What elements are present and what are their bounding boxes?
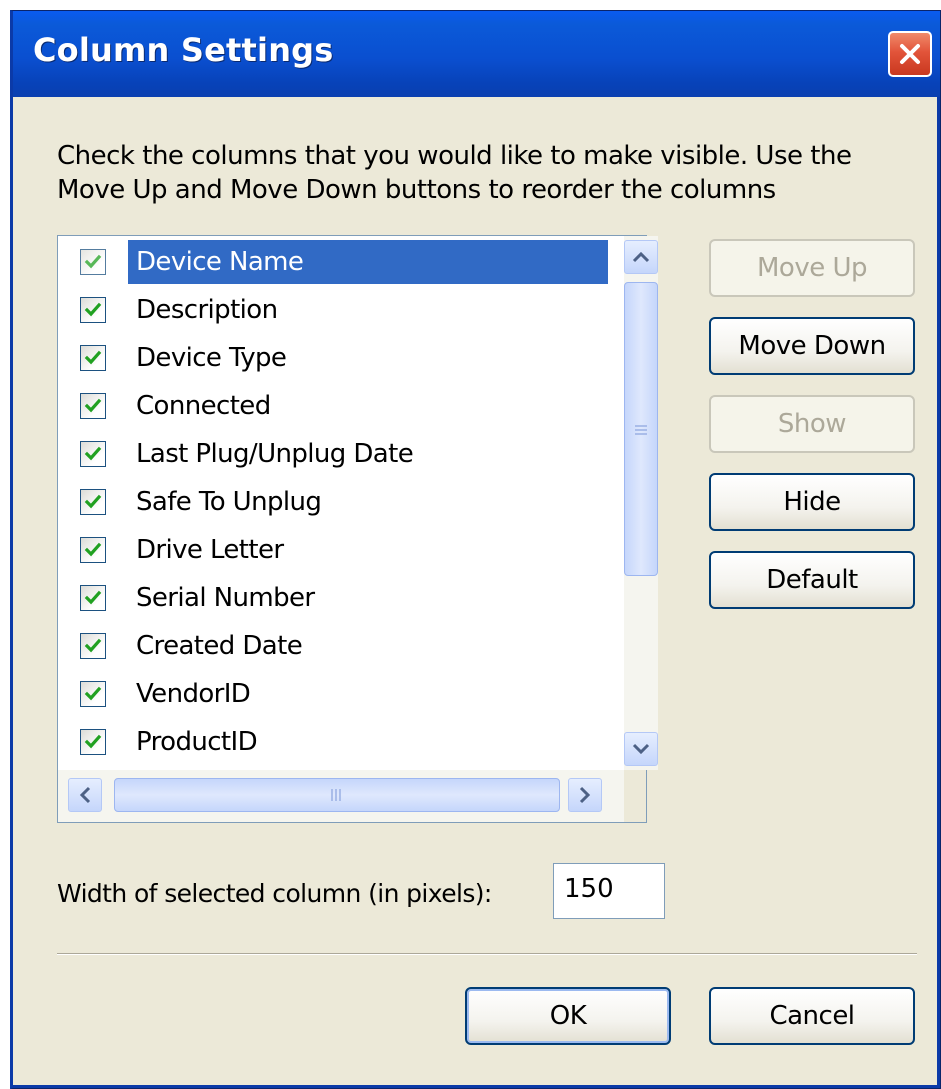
instructions-text: Check the columns that you would like to… xyxy=(57,139,927,207)
checkmark-icon xyxy=(84,254,102,269)
checkmark-icon xyxy=(84,734,102,749)
checkmark-icon xyxy=(84,350,102,365)
list-item[interactable]: Device Type xyxy=(80,336,610,380)
title-bar[interactable]: Column Settings xyxy=(13,11,940,98)
cancel-button[interactable]: Cancel xyxy=(709,987,915,1045)
horizontal-scroll-thumb[interactable] xyxy=(114,778,560,812)
list-item-label: Created Date xyxy=(136,631,303,661)
hide-button[interactable]: Hide xyxy=(709,473,915,531)
scrollbar-corner xyxy=(624,770,646,822)
list-item[interactable]: Last Plug/Unplug Date xyxy=(80,432,610,476)
column-checkbox[interactable] xyxy=(80,681,106,707)
list-item-label: Serial Number xyxy=(136,583,315,613)
instructions-line-1: Check the columns that you would like to… xyxy=(57,141,852,171)
show-button[interactable]: Show xyxy=(709,395,915,453)
column-checkbox[interactable] xyxy=(80,441,106,467)
list-item[interactable]: Created Date xyxy=(80,624,610,668)
chevron-left-icon xyxy=(79,786,91,804)
list-item[interactable]: ProductID xyxy=(80,720,610,764)
chevron-right-icon xyxy=(579,786,591,804)
checkmark-icon xyxy=(84,542,102,557)
list-item-label: Description xyxy=(136,295,278,325)
checkmark-icon xyxy=(84,494,102,509)
column-checkbox[interactable] xyxy=(80,585,106,611)
chevron-down-icon xyxy=(632,743,650,755)
column-settings-dialog: Column Settings Check the columns that y… xyxy=(10,10,941,1089)
checkmark-icon xyxy=(84,302,102,317)
grip-icon xyxy=(635,425,647,435)
ok-button[interactable]: OK xyxy=(465,987,671,1045)
close-button[interactable] xyxy=(888,31,932,77)
close-x-icon xyxy=(900,44,920,64)
list-item-label: ProductID xyxy=(136,727,258,757)
scroll-up-button[interactable] xyxy=(624,240,658,274)
grip-icon xyxy=(331,789,341,801)
checkmark-icon xyxy=(84,446,102,461)
list-item[interactable]: Drive Letter xyxy=(80,528,610,572)
column-checkbox[interactable] xyxy=(80,345,106,371)
instructions-line-2: Move Up and Move Down buttons to reorder… xyxy=(57,175,776,205)
default-button[interactable]: Default xyxy=(709,551,915,609)
column-checkbox[interactable] xyxy=(80,489,106,515)
column-checkbox[interactable] xyxy=(80,297,106,323)
column-checkbox[interactable] xyxy=(80,633,106,659)
columns-listbox[interactable]: Device Name Description Device Type Connect… xyxy=(57,235,658,823)
scroll-down-button[interactable] xyxy=(624,732,658,766)
list-item-label: Last Plug/Unplug Date xyxy=(136,439,414,469)
column-checkbox[interactable] xyxy=(80,729,106,755)
move-up-button[interactable]: Move Up xyxy=(709,239,915,297)
separator-line xyxy=(57,953,917,955)
column-checkbox[interactable] xyxy=(80,537,106,563)
list-item-label: Drive Letter xyxy=(136,535,284,565)
checkmark-icon xyxy=(84,590,102,605)
chevron-up-icon xyxy=(632,251,650,263)
checkmark-icon xyxy=(84,398,102,413)
list-item-label: VendorID xyxy=(136,679,251,709)
width-input[interactable]: 150 xyxy=(553,863,665,919)
list-item[interactable]: Description xyxy=(80,288,610,332)
list-item-label: Device Type xyxy=(136,343,287,373)
dialog-body: Check the columns that you would like to… xyxy=(13,97,940,1088)
checkmark-icon xyxy=(84,686,102,701)
list-item[interactable]: Device Name xyxy=(80,240,610,284)
scroll-left-button[interactable] xyxy=(68,778,102,812)
list-item-label: Connected xyxy=(136,391,271,421)
move-down-button[interactable]: Move Down xyxy=(709,317,915,375)
column-checkbox[interactable] xyxy=(80,249,106,275)
list-item[interactable]: Safe To Unplug xyxy=(80,480,610,524)
scroll-right-button[interactable] xyxy=(568,778,602,812)
list-item[interactable]: VendorID xyxy=(80,672,610,716)
width-label: Width of selected column (in pixels): xyxy=(57,879,492,908)
column-checkbox[interactable] xyxy=(80,393,106,419)
vertical-scroll-thumb[interactable] xyxy=(624,282,658,576)
checkmark-icon xyxy=(84,638,102,653)
list-item[interactable]: Serial Number xyxy=(80,576,610,620)
dialog-title: Column Settings xyxy=(33,31,334,69)
list-item-label: Safe To Unplug xyxy=(136,487,322,517)
list-item-label: Device Name xyxy=(128,240,608,284)
list-item[interactable]: Connected xyxy=(80,384,610,428)
